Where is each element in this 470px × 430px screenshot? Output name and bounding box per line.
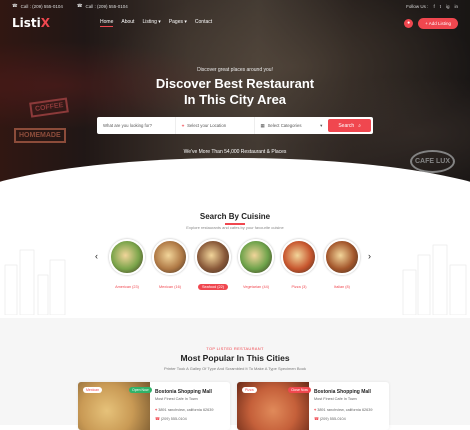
linkedin-icon[interactable]: in [454,4,458,9]
cuisine-item[interactable]: Italian (8) [323,239,361,293]
cuisine-item[interactable]: American (23) [108,239,146,293]
listing-subtitle: Most Finest Cafe In Town [314,397,357,401]
city-illustration-left [4,249,66,315]
cuisine-image [324,239,360,275]
listing-count: We've More Than 54,000 Restaurant & Plac… [183,149,287,155]
category-select[interactable]: ▦ Select Categories ▾ [255,117,329,134]
nav-item-home[interactable]: Home [100,19,114,27]
nav-item-listing[interactable]: Listing ▾ [142,19,160,27]
phone-icon: ☎ [12,3,18,8]
cuisine-label: American (23) [115,285,139,289]
status-badge: Open Now [129,387,152,393]
user-icon[interactable]: ● [404,18,414,28]
cuisine-label: Pizza (3) [291,285,307,289]
cuisine-title: Search By Cuisine [0,212,470,225]
hero-title: Discover Best Restaurant In This City Are… [155,76,315,107]
location-pin-icon: ⌖ [181,123,185,128]
category-badge: Pizza [242,387,257,393]
cuisine-label: Italian (8) [334,285,350,289]
listing-phone: (209) 555-0104 [319,417,346,421]
location-select[interactable]: ⌖ Select your Location [176,117,255,134]
phone-icon: ☎ [155,417,160,421]
cuisine-label: Seafood (22) [198,284,228,290]
cuisine-image [281,239,317,275]
search-bar: What are you looking for? ⌖ Select your L… [97,117,373,134]
top-bar: ☎ Call : (209) 555-0104 ☎ Call : (209) 555… [0,0,470,12]
prev-arrow-icon[interactable]: ‹ [95,251,98,261]
cuisine-image [238,239,274,275]
call-number-2[interactable]: Call : (209) 555-0104 [86,4,128,9]
cuisine-image [152,239,188,275]
cuisine-label: Mexican (16) [159,285,181,289]
phone-icon: ☎ [76,3,83,8]
nav-item-pages[interactable]: Pages ▾ [169,19,187,27]
popular-title: Most Popular In This Cities [180,353,290,363]
next-arrow-icon[interactable]: › [368,251,371,261]
listing-title[interactable]: Bostonia Shopping Mall [314,389,371,395]
popular-tag: TOP LISTED RESTAURANT [206,346,264,351]
location-pin-icon: ⌖ [155,408,158,412]
location-pin-icon: ⌖ [314,408,317,412]
chevron-down-icon: ▾ [320,122,323,128]
listing-title[interactable]: Bostonia Shopping Mall [155,389,212,395]
hero-tagline: Discover great places around you! [197,67,273,73]
grid-icon: ▦ [260,122,265,128]
city-illustration-right [402,244,467,315]
listing-address: 3891 ranchview, california 62639 [317,408,373,412]
search-button[interactable]: Search ⌕ [328,119,371,132]
main-nav: ListiX Home About Listing ▾ Pages ▾ Cont… [12,14,458,32]
add-listing-button[interactable]: + Add Listing [418,17,458,29]
listing-card[interactable]: Pizza Close Now Bostonia Shopping Mall M… [237,382,389,430]
cuisine-item[interactable]: Pizza (3) [280,239,318,293]
keyword-input[interactable]: What are you looking for? [97,117,176,134]
cuisine-subtitle: Explore restaurants and cafes by your fa… [186,225,284,230]
instagram-icon[interactable]: ig [446,4,450,9]
listing-subtitle: Most Finest Cafe In Town [155,397,198,401]
popular-subtitle: Printer Took A Galley Of Type And Scramb… [163,366,306,371]
listing-phone: (209) 555-0104 [160,417,187,421]
listing-address: 3891 ranchview, california 62639 [158,408,214,412]
cuisine-item[interactable]: Seafood (22) [194,239,232,293]
cuisine-image [109,239,145,275]
facebook-icon[interactable]: f [433,4,434,9]
cuisine-item[interactable]: Vegetarian (44) [237,239,275,293]
search-icon: ⌕ [358,122,361,129]
cuisine-image [195,239,231,275]
category-badge: Mexican [83,387,103,393]
cuisine-item[interactable]: Mexican (16) [151,239,189,293]
follow-us: Follow Us : f t ig in [406,3,458,9]
nav-item-about[interactable]: About [121,19,134,27]
cuisine-label: Vegetarian (44) [243,285,269,289]
call-number-1[interactable]: Call : (209) 555-0104 [21,4,63,9]
logo[interactable]: ListiX [12,16,50,30]
listing-card[interactable]: Mexican Open Now Bostonia Shopping Mall … [78,382,230,430]
nav-item-contact[interactable]: Contact [195,19,212,27]
phone-icon: ☎ [314,417,319,421]
twitter-icon[interactable]: t [440,4,441,9]
nav-menu: Home About Listing ▾ Pages ▾ Contact [100,19,212,27]
popular-section [0,318,470,425]
status-badge: Close Now [288,387,311,393]
